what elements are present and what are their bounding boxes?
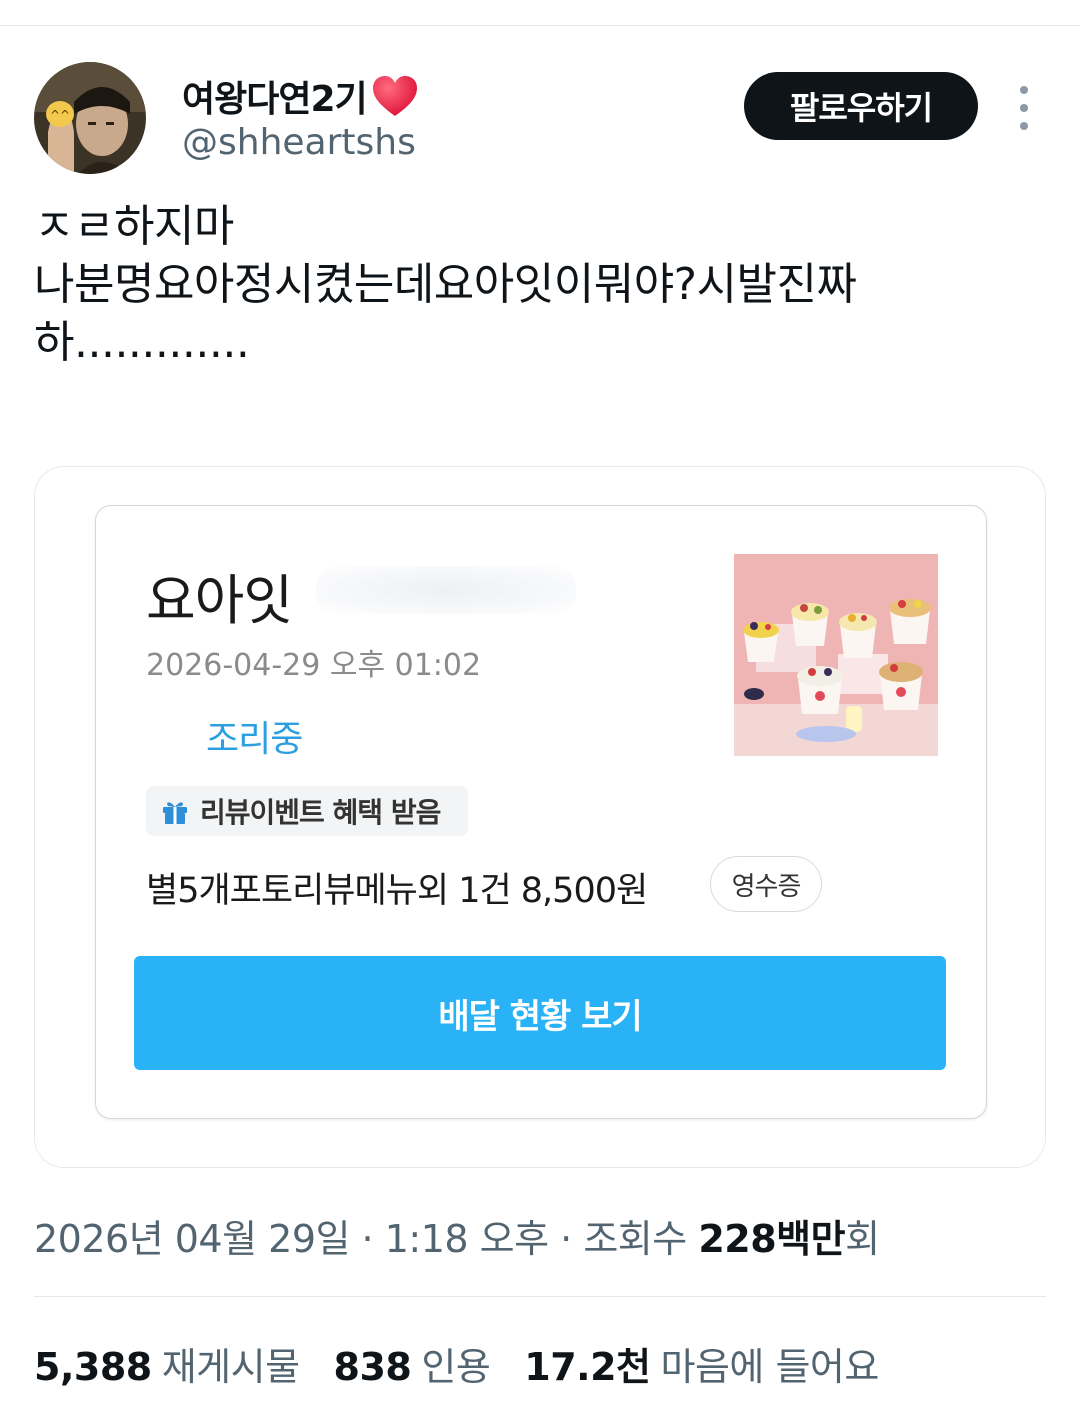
likes-count: 17.2천 — [524, 1345, 651, 1389]
follow-button[interactable]: 팔로우하기 — [744, 72, 978, 140]
retweets-count: 5,388 — [34, 1345, 152, 1389]
order-status: 조리중 — [206, 719, 303, 760]
quotes-label: 인용 — [421, 1345, 491, 1389]
meta-separator: · — [560, 1217, 584, 1261]
more-vertical-icon[interactable] — [1012, 86, 1036, 130]
order-summary: 별5개포토리뷰메뉴외 1건 8,500원 — [146, 871, 648, 911]
more-dot — [1020, 104, 1028, 112]
shop-name: 요아잇 — [146, 569, 293, 632]
likes-stat[interactable]: 17.2천 마음에 들어요 — [524, 1336, 879, 1391]
tweet-line: 하............. — [34, 317, 250, 368]
views-count: 228백만 — [698, 1217, 846, 1261]
food-thumbnail — [734, 554, 938, 756]
retweets-label: 재게시물 — [161, 1345, 300, 1389]
top-divider — [0, 25, 1080, 26]
views-label: 조회수 — [583, 1217, 687, 1261]
tweet-time[interactable]: 1:18 오후 — [385, 1217, 549, 1261]
media-attachment[interactable]: 요아잇 2026-04-29 오후 01:02 조리중 리뷰이벤트 혜택 받음 … — [34, 466, 1046, 1168]
blurred-branch-name — [316, 566, 576, 614]
gift-icon — [160, 796, 190, 826]
likes-label: 마음에 들어요 — [660, 1345, 880, 1389]
more-dot — [1020, 122, 1028, 130]
avatar[interactable]: ^^ — [34, 62, 146, 174]
quotes-count: 838 — [333, 1345, 412, 1389]
tweet-line: ㅈㄹ하지마 — [34, 201, 234, 252]
more-dot — [1020, 86, 1028, 94]
order-date: 2026-04-29 오후 01:02 — [146, 648, 482, 683]
engagement-stats: 5,388 재게시물 838 인용 17.2천 마음에 들어요 — [34, 1336, 879, 1391]
review-event-badge: 리뷰이벤트 혜택 받음 — [146, 786, 468, 836]
order-card: 요아잇 2026-04-29 오후 01:02 조리중 리뷰이벤트 혜택 받음 … — [95, 505, 987, 1119]
review-badge-label: 리뷰이벤트 혜택 받음 — [200, 796, 441, 829]
display-name[interactable]: 여왕다연2기 — [182, 70, 419, 122]
tweet-line: 나분명요아정시켰는데요아잇이뭐야?시발진짜 — [34, 259, 857, 310]
svg-text:^^: ^^ — [50, 108, 70, 122]
tweet-text: ㅈㄹ하지마 나분명요아정시켰는데요아잇이뭐야?시발진짜 하...........… — [34, 198, 1044, 372]
heart-emoji-icon — [371, 74, 419, 118]
views-suffix: 회 — [845, 1217, 880, 1261]
receipt-button[interactable]: 영수증 — [710, 856, 822, 912]
meta-separator: · — [361, 1217, 385, 1261]
quotes-stat[interactable]: 838 인용 — [334, 1336, 491, 1391]
tweet-date[interactable]: 2026년 04월 29일 — [34, 1217, 350, 1261]
stats-divider — [34, 1296, 1046, 1297]
retweets-stat[interactable]: 5,388 재게시물 — [34, 1336, 300, 1391]
display-name-text: 여왕다연2기 — [182, 79, 368, 120]
user-handle[interactable]: @shheartshs — [182, 122, 416, 163]
tweet-meta: 2026년 04월 29일 · 1:18 오후 · 조회수 228백만회 — [34, 1208, 880, 1263]
delivery-status-button[interactable]: 배달 현황 보기 — [134, 956, 946, 1070]
